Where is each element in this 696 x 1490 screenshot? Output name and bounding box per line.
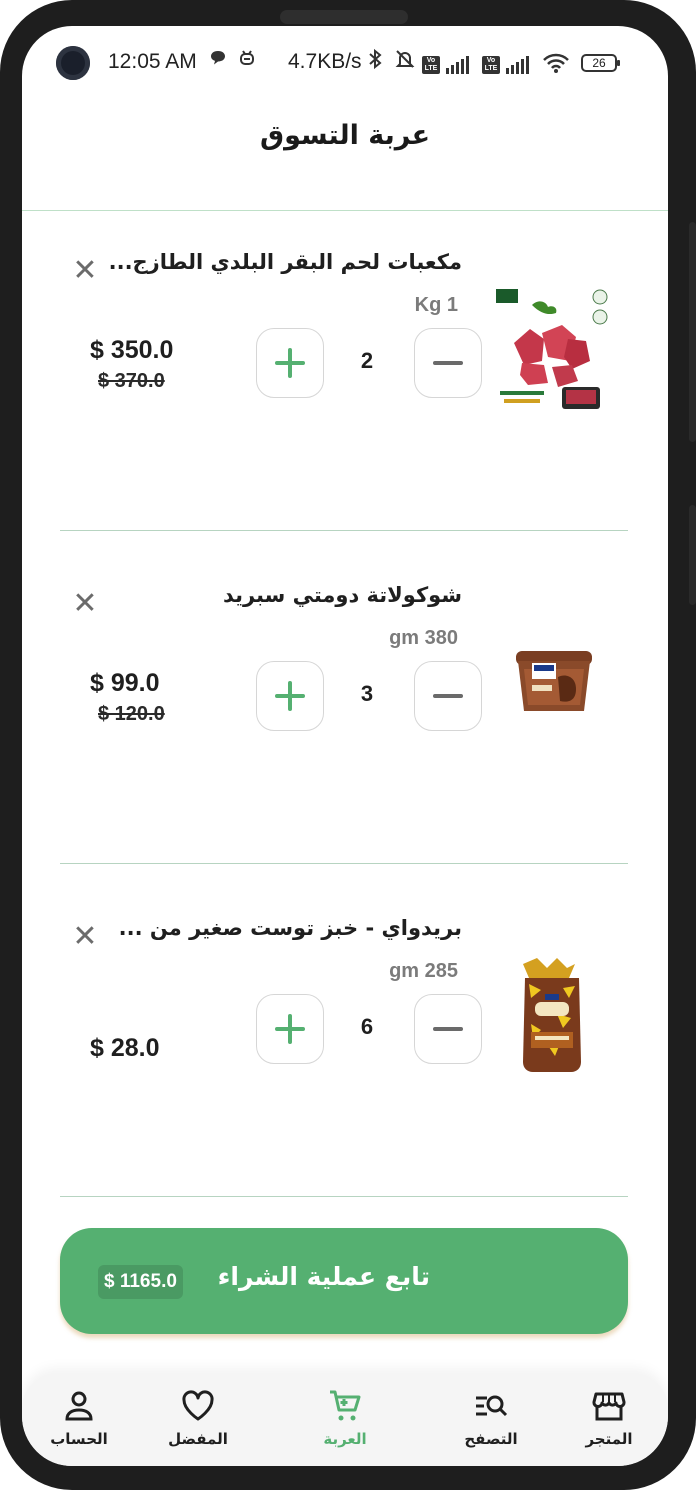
nav-label: التصفح: [464, 1430, 518, 1448]
phone-speaker: [280, 10, 408, 24]
nav-item-browse[interactable]: التصفح: [436, 1388, 546, 1448]
item-quantity: 2: [360, 348, 374, 373]
signal-icon: [446, 56, 469, 74]
heart-icon: [143, 1388, 253, 1426]
status-time: 12:05 AM: [108, 50, 197, 73]
cart-item: ✕ بريدواي - خبز توست صغير من ... gm 285 …: [60, 864, 628, 1197]
nav-item-favorites[interactable]: المفضل: [143, 1388, 253, 1448]
product-size: gm 380: [389, 627, 458, 649]
cart-item: ✕ مكعبات لحم البقر البلدي الطازج... Kg 1: [60, 198, 628, 531]
product-name: مكعبات لحم البقر البلدي الطازج...: [108, 250, 462, 274]
remove-item-button[interactable]: ✕: [68, 587, 102, 621]
phone-side-button: [689, 505, 696, 605]
bottom-navigation: الحساب المفضل العربة التصفح المتجر: [22, 1374, 668, 1466]
chocolate-spread-image: [492, 611, 612, 751]
cart-item: ✕ شوكولاتة دومتي سبريد gm 380 3 $ 99.0 $…: [60, 531, 628, 864]
checkout-label: تابع عملية الشراء: [217, 1262, 430, 1291]
phone-side-button: [689, 222, 696, 442]
checkout-button[interactable]: تابع عملية الشراء $ 1165.0: [60, 1228, 628, 1334]
toast-bread-image: [492, 944, 612, 1084]
volte-icon: Vo LTE: [422, 56, 440, 74]
app-screen: 12:05 AM 4.7KB/s Vo LTE Vo LTE 26 عربة ا…: [22, 26, 668, 1466]
nav-label: المفضل: [168, 1430, 228, 1448]
decrease-quantity-button[interactable]: [414, 661, 482, 731]
product-name: شوكولاتة دومتي سبريد: [222, 583, 462, 607]
robot-icon: [238, 48, 256, 73]
cart-icon: [290, 1388, 400, 1426]
item-old-price: $ 120.0: [98, 703, 165, 725]
chat-bubble-icon: [208, 48, 228, 73]
signal-icon-2: [506, 56, 529, 74]
item-quantity: 3: [360, 681, 374, 706]
mute-bell-icon: [394, 48, 416, 75]
nav-item-store[interactable]: المتجر: [554, 1388, 664, 1448]
browse-search-icon: [436, 1388, 546, 1426]
nav-item-cart[interactable]: العربة: [290, 1388, 400, 1448]
item-price: $ 28.0: [90, 1034, 160, 1062]
status-bar: 12:05 AM 4.7KB/s Vo LTE Vo LTE 26: [22, 26, 668, 98]
decrease-quantity-button[interactable]: [414, 328, 482, 398]
item-old-price: $ 370.0: [98, 370, 165, 392]
nav-label: المتجر: [585, 1430, 633, 1448]
camera-icon: [56, 46, 90, 80]
remove-item-button[interactable]: ✕: [68, 920, 102, 954]
item-price: $ 99.0: [90, 669, 160, 697]
page-title: عربة التسوق: [259, 120, 431, 151]
item-quantity: 6: [360, 1014, 374, 1039]
phone-frame: 12:05 AM 4.7KB/s Vo LTE Vo LTE 26 عربة ا…: [0, 0, 696, 1490]
person-icon: [24, 1388, 134, 1426]
product-size: gm 285: [389, 960, 458, 982]
decrease-quantity-button[interactable]: [414, 994, 482, 1064]
increase-quantity-button[interactable]: [256, 328, 324, 398]
battery-icon: 26: [581, 54, 620, 72]
beef-cubes-image: [492, 278, 612, 418]
store-icon: [554, 1388, 664, 1426]
network-speed: 4.7KB/s: [288, 50, 362, 73]
increase-quantity-button[interactable]: [256, 994, 324, 1064]
increase-quantity-button[interactable]: [256, 661, 324, 731]
bluetooth-icon: [367, 48, 383, 75]
volte-icon-2: Vo LTE: [482, 56, 500, 74]
wifi-icon: [542, 52, 570, 79]
checkout-total: $ 1165.0: [98, 1265, 183, 1299]
nav-label: الحساب: [50, 1430, 108, 1448]
page-header: عربة التسوق: [22, 98, 668, 211]
nav-label: العربة: [323, 1430, 367, 1448]
item-price: $ 350.0: [90, 336, 174, 364]
nav-item-account[interactable]: الحساب: [24, 1388, 134, 1448]
remove-item-button[interactable]: ✕: [68, 254, 102, 288]
product-name: بريدواي - خبز توست صغير من ...: [118, 916, 462, 940]
product-size: Kg 1: [414, 294, 458, 316]
